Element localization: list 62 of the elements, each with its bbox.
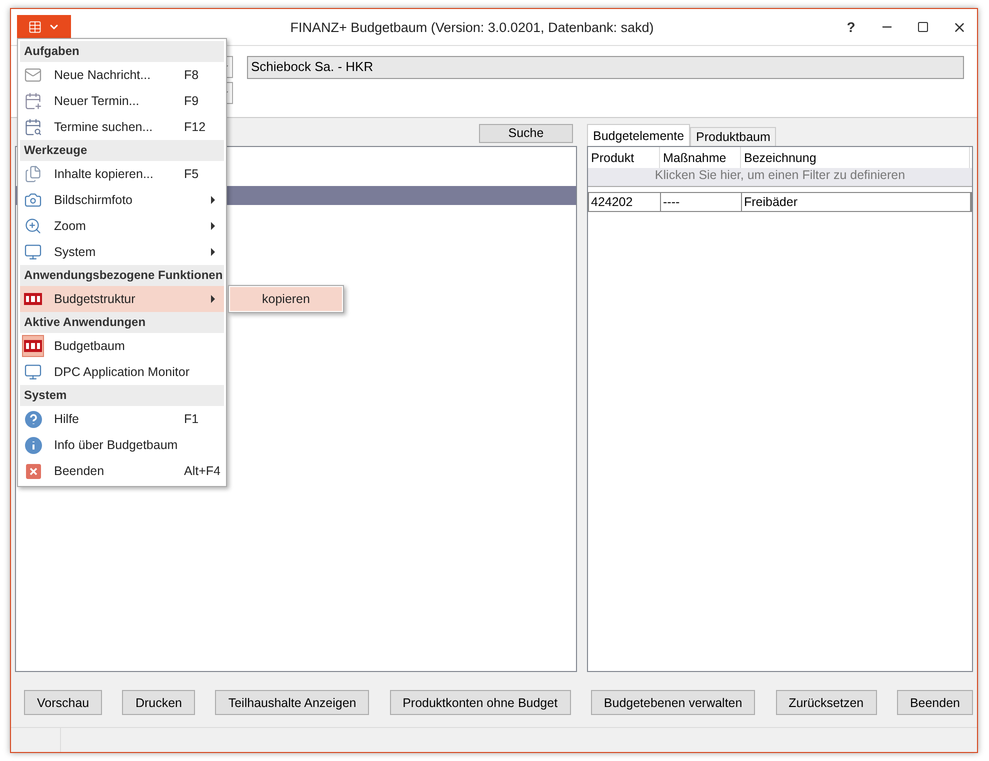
- submenu-arrow-icon: [208, 222, 218, 230]
- shortcut-label: Alt+F4: [184, 464, 222, 478]
- menu-item-label: Budgetbaum: [54, 339, 126, 353]
- menu-item-label: Beenden: [54, 464, 106, 478]
- shortcut-label: F12: [184, 120, 207, 134]
- menu-item-label: Zoom: [54, 219, 87, 233]
- app-menu-button[interactable]: [17, 15, 71, 39]
- menu-item-label: System: [54, 245, 97, 259]
- action-button[interactable]: Produktkonten ohne Budget: [390, 690, 571, 715]
- submenu-arrow-icon: [208, 248, 218, 256]
- calendar-icon: [24, 92, 42, 110]
- action-button[interactable]: Vorschau: [24, 690, 102, 715]
- menu-item-label: Budgetstruktur: [54, 292, 136, 306]
- calendar-search-icon: [24, 118, 42, 136]
- logo-icon: [24, 340, 42, 352]
- close-icon: [26, 464, 40, 478]
- camera-icon: [24, 191, 42, 209]
- monitor-icon: [24, 243, 42, 261]
- maximize-icon: [917, 21, 929, 33]
- menu-section-header: Anwendungsbezogene Funktionen: [20, 265, 224, 286]
- action-button[interactable]: Drucken: [122, 690, 196, 715]
- tab[interactable]: Produktbaum: [690, 127, 776, 146]
- search-button[interactable]: Suche: [479, 124, 573, 142]
- table-cell: ----: [661, 193, 742, 211]
- action-button[interactable]: Beenden: [896, 690, 973, 715]
- menu-item-label: Inhalte kopieren...: [54, 167, 154, 181]
- action-button[interactable]: Teilhaushalte Anzeigen: [215, 690, 370, 715]
- menu-item-label: Neuer Termin...: [54, 94, 140, 108]
- info-icon: [24, 436, 42, 454]
- shortcut-label: F9: [184, 94, 200, 108]
- menu-item-label: Termine suchen...: [54, 120, 154, 134]
- logo-icon: [24, 293, 42, 305]
- shortcut-label: F5: [184, 167, 200, 181]
- monitor-icon: [24, 363, 42, 381]
- table-icon: [28, 20, 42, 34]
- action-button[interactable]: Zurücksetzen: [776, 690, 877, 715]
- copy-icon: [24, 165, 42, 183]
- table-cell: 424202: [589, 193, 661, 211]
- tab[interactable]: Budgetelemente: [587, 124, 690, 146]
- menu-section-header: System: [20, 385, 224, 406]
- envelope-icon: [24, 66, 42, 84]
- menu-section-header: Werkzeuge: [20, 140, 224, 161]
- text-field[interactable]: Schiebock Sa. - HKR: [247, 56, 964, 79]
- menu-item-label: Neue Nachricht...: [54, 68, 152, 82]
- filter-row[interactable]: Klicken Sie hier, um einen Filter zu definieren: [588, 168, 972, 187]
- window-title: FINANZ+ Budgetbaum (Version: 3.0.0201, Datenbank: sakd): [289, 20, 655, 34]
- menu-item-label: DPC Application Monitor: [54, 365, 190, 379]
- shortcut-label: F1: [184, 412, 200, 426]
- menu-section-header: Aufgaben: [20, 41, 224, 62]
- help-button[interactable]: ?: [833, 12, 869, 42]
- submenu-arrow-icon: [208, 295, 218, 303]
- menu-item-label: Info über Budgetbaum: [54, 438, 179, 452]
- menu-section-header: Aktive Anwendungen: [20, 312, 224, 333]
- shortcut-label: F8: [184, 68, 200, 82]
- help-icon: [24, 410, 42, 428]
- submenu-item[interactable]: kopieren: [230, 287, 342, 311]
- menu-item-label: Bildschirmfoto: [54, 193, 134, 207]
- table-cell: Freibäder: [742, 193, 971, 211]
- action-button[interactable]: Budgetebenen verwalten: [590, 690, 756, 715]
- menu-item-label: Hilfe: [54, 412, 80, 426]
- zoom-icon: [24, 217, 42, 235]
- submenu-arrow-icon: [208, 196, 218, 204]
